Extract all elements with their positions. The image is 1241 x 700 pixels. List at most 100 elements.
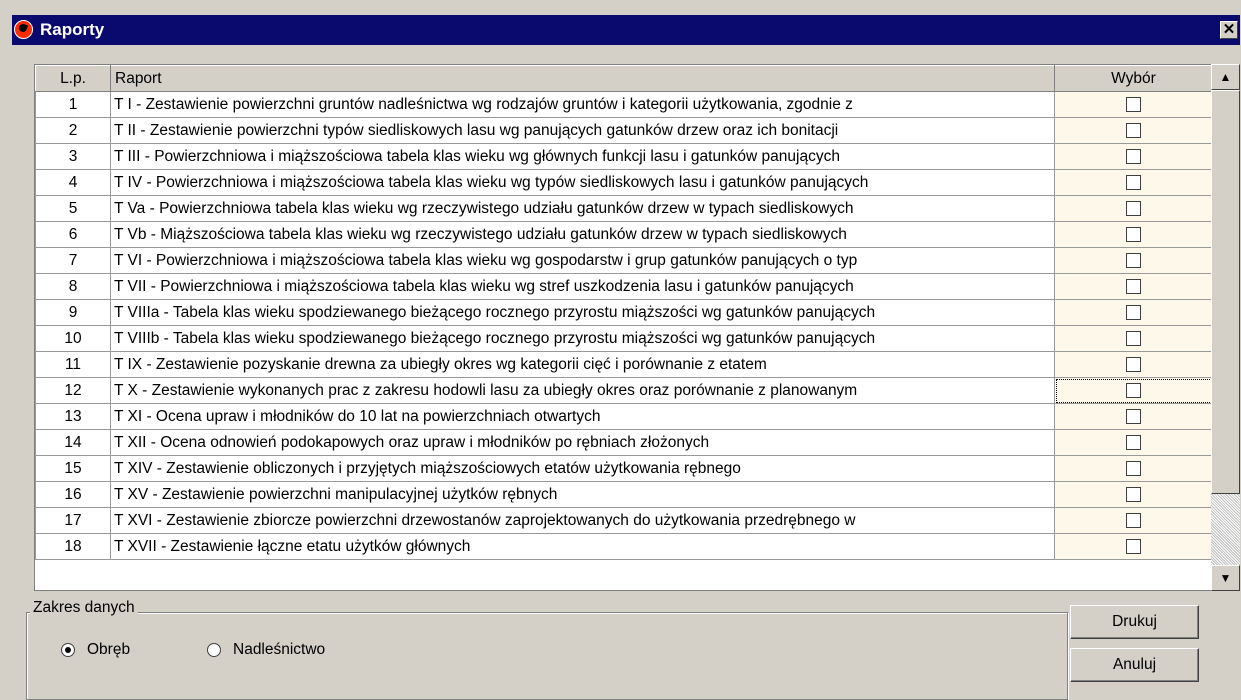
table-row[interactable]: 16 T XV - Zestawienie powierzchni manipul… — [35, 481, 1213, 508]
report-name[interactable]: T Va - Powierzchniowa tabela klas wieku … — [110, 195, 1055, 222]
table-row[interactable]: 14 T XII - Ocena odnowień podokapowych or… — [35, 429, 1213, 456]
scroll-track[interactable] — [1211, 494, 1240, 565]
table-row[interactable]: 12 T X - Zestawienie wykonanych prac z za… — [35, 377, 1213, 404]
row-number: 15 — [35, 455, 111, 482]
scroll-up-button[interactable]: ▲ — [1211, 64, 1240, 90]
report-name[interactable]: T VI - Powierzchniowa i miąższościowa ta… — [110, 247, 1055, 274]
select-cell[interactable] — [1054, 143, 1213, 170]
radio-button-icon[interactable] — [61, 643, 75, 657]
radio-button-icon[interactable] — [207, 643, 221, 657]
report-name[interactable]: T III - Powierzchniowa i miąższościowa t… — [110, 143, 1055, 170]
row-number: 11 — [35, 351, 111, 378]
column-header-raport[interactable]: Raport — [110, 65, 1055, 92]
radio-obreb-label: Obręb — [87, 641, 131, 658]
select-cell[interactable] — [1054, 117, 1213, 144]
print-button[interactable]: Drukuj — [1070, 605, 1199, 639]
select-cell[interactable] — [1054, 481, 1213, 508]
column-header-lp[interactable]: L.p. — [35, 65, 111, 92]
close-button[interactable]: ✕ — [1220, 21, 1238, 39]
select-cell[interactable] — [1054, 325, 1213, 352]
report-name[interactable]: T XVI - Zestawienie zbiorcze powierzchni… — [110, 507, 1055, 534]
report-name[interactable]: T VIIIb - Tabela klas wieku spodziewaneg… — [110, 325, 1055, 352]
select-cell[interactable] — [1054, 403, 1213, 430]
row-number: 4 — [35, 169, 111, 196]
select-cell[interactable] — [1054, 351, 1213, 378]
radio-obreb[interactable]: Obręb — [61, 641, 130, 659]
report-name[interactable]: T IV - Powierzchniowa i miąższościowa ta… — [110, 169, 1055, 196]
select-cell[interactable] — [1054, 221, 1213, 248]
report-name[interactable]: T VII - Powierzchniowa i miąższościowa t… — [110, 273, 1055, 300]
row-number: 17 — [35, 507, 111, 534]
select-checkbox[interactable] — [1126, 252, 1141, 268]
select-checkbox[interactable] — [1126, 174, 1141, 190]
select-checkbox[interactable] — [1126, 148, 1141, 164]
row-number: 6 — [35, 221, 111, 248]
select-checkbox[interactable] — [1126, 434, 1141, 450]
select-cell[interactable] — [1054, 455, 1213, 482]
select-checkbox[interactable] — [1126, 96, 1141, 112]
select-checkbox[interactable] — [1126, 486, 1141, 502]
report-name[interactable]: T XIV - Zestawienie obliczonych i przyję… — [110, 455, 1055, 482]
select-checkbox[interactable] — [1126, 200, 1141, 216]
select-checkbox[interactable] — [1126, 512, 1141, 528]
report-name[interactable]: T XVII - Zestawienie łączne etatu użytkó… — [110, 533, 1055, 560]
select-cell[interactable] — [1054, 533, 1213, 560]
select-cell[interactable] — [1054, 429, 1213, 456]
reports-grid[interactable]: L.p. Raport Wybór 1T I - Zestawienie pow… — [34, 64, 1240, 591]
row-number: 7 — [35, 247, 111, 274]
select-checkbox[interactable] — [1126, 408, 1141, 424]
report-name[interactable]: T IX - Zestawienie pozyskanie drewna za … — [110, 351, 1055, 378]
select-checkbox[interactable] — [1126, 278, 1141, 294]
table-row[interactable]: 9T VIIIa - Tabela klas wieku spodziewane… — [35, 299, 1213, 326]
table-row[interactable]: 11 T IX - Zestawienie pozyskanie drewna z… — [35, 351, 1213, 378]
report-name[interactable]: T X - Zestawienie wykonanych prac z zakr… — [110, 377, 1055, 404]
table-row[interactable]: 2T II - Zestawienie powierzchni typów si… — [35, 117, 1213, 144]
table-row[interactable]: 3T III - Powierzchniowa i miąższościowa … — [35, 143, 1213, 170]
select-checkbox[interactable] — [1126, 356, 1141, 372]
table-row[interactable]: 4T IV - Powierzchniowa i miąższościowa t… — [35, 169, 1213, 196]
report-name[interactable]: T XII - Ocena odnowień podokapowych oraz… — [110, 429, 1055, 456]
report-name[interactable]: T I - Zestawienie powierzchni gruntów na… — [110, 91, 1055, 118]
select-cell[interactable] — [1054, 195, 1213, 222]
scroll-thumb[interactable] — [1211, 90, 1240, 494]
select-cell[interactable] — [1054, 377, 1213, 404]
report-name[interactable]: T XI - Ocena upraw i młodników do 10 lat… — [110, 403, 1055, 430]
report-name[interactable]: T II - Zestawienie powierzchni typów sie… — [110, 117, 1055, 144]
scroll-down-button[interactable]: ▼ — [1211, 565, 1240, 591]
select-cell[interactable] — [1054, 507, 1213, 534]
select-checkbox[interactable] — [1126, 304, 1141, 320]
select-checkbox[interactable] — [1126, 382, 1141, 398]
select-cell[interactable] — [1054, 273, 1213, 300]
table-row[interactable]: 17 T XVI - Zestawienie zbiorcze powierzch… — [35, 507, 1213, 534]
zakres-danych-label: Zakres danych — [30, 599, 138, 617]
table-row[interactable]: 10 T VIIIb - Tabela klas wieku spodziewan… — [35, 325, 1213, 352]
select-cell[interactable] — [1054, 247, 1213, 274]
select-checkbox[interactable] — [1126, 460, 1141, 476]
select-cell[interactable] — [1054, 299, 1213, 326]
select-cell[interactable] — [1054, 169, 1213, 196]
table-row[interactable]: 7T VI - Powierzchniowa i miąższościowa t… — [35, 247, 1213, 274]
table-row[interactable]: 6T Vb - Miąższościowa tabela klas wieku … — [35, 221, 1213, 248]
app-icon — [14, 20, 33, 39]
table-row[interactable]: 1T I - Zestawienie powierzchni gruntów n… — [35, 91, 1213, 118]
report-name[interactable]: T XV - Zestawienie powierzchni manipulac… — [110, 481, 1055, 508]
table-row[interactable]: 8T VII - Powierzchniowa i miąższościowa … — [35, 273, 1213, 300]
select-checkbox[interactable] — [1126, 330, 1141, 346]
table-row[interactable]: 5T Va - Powierzchniowa tabela klas wieku… — [35, 195, 1213, 222]
table-row[interactable]: 18 T XVII - Zestawienie łączne etatu użyt… — [35, 533, 1213, 560]
table-row[interactable]: 15 T XIV - Zestawienie obliczonych i przy… — [35, 455, 1213, 482]
cancel-button[interactable]: Anuluj — [1070, 648, 1199, 682]
radio-nadlesnictwo[interactable]: Nadleśnictwo — [207, 641, 325, 659]
select-cell[interactable] — [1054, 91, 1213, 118]
table-row[interactable]: 13 T XI - Ocena upraw i młodników do 10 l… — [35, 403, 1213, 430]
select-checkbox[interactable] — [1126, 122, 1141, 138]
report-name[interactable]: T Vb - Miąższościowa tabela klas wieku w… — [110, 221, 1055, 248]
select-checkbox[interactable] — [1126, 538, 1141, 554]
report-name[interactable]: T VIIIa - Tabela klas wieku spodziewaneg… — [110, 299, 1055, 326]
column-header-wybor[interactable]: Wybór — [1054, 65, 1213, 92]
vertical-scrollbar[interactable]: ▲ ▼ — [1211, 64, 1240, 591]
row-number: 8 — [35, 273, 111, 300]
title-bar[interactable]: Raporty ✕ — [12, 15, 1240, 45]
select-checkbox[interactable] — [1126, 226, 1141, 242]
row-number: 5 — [35, 195, 111, 222]
